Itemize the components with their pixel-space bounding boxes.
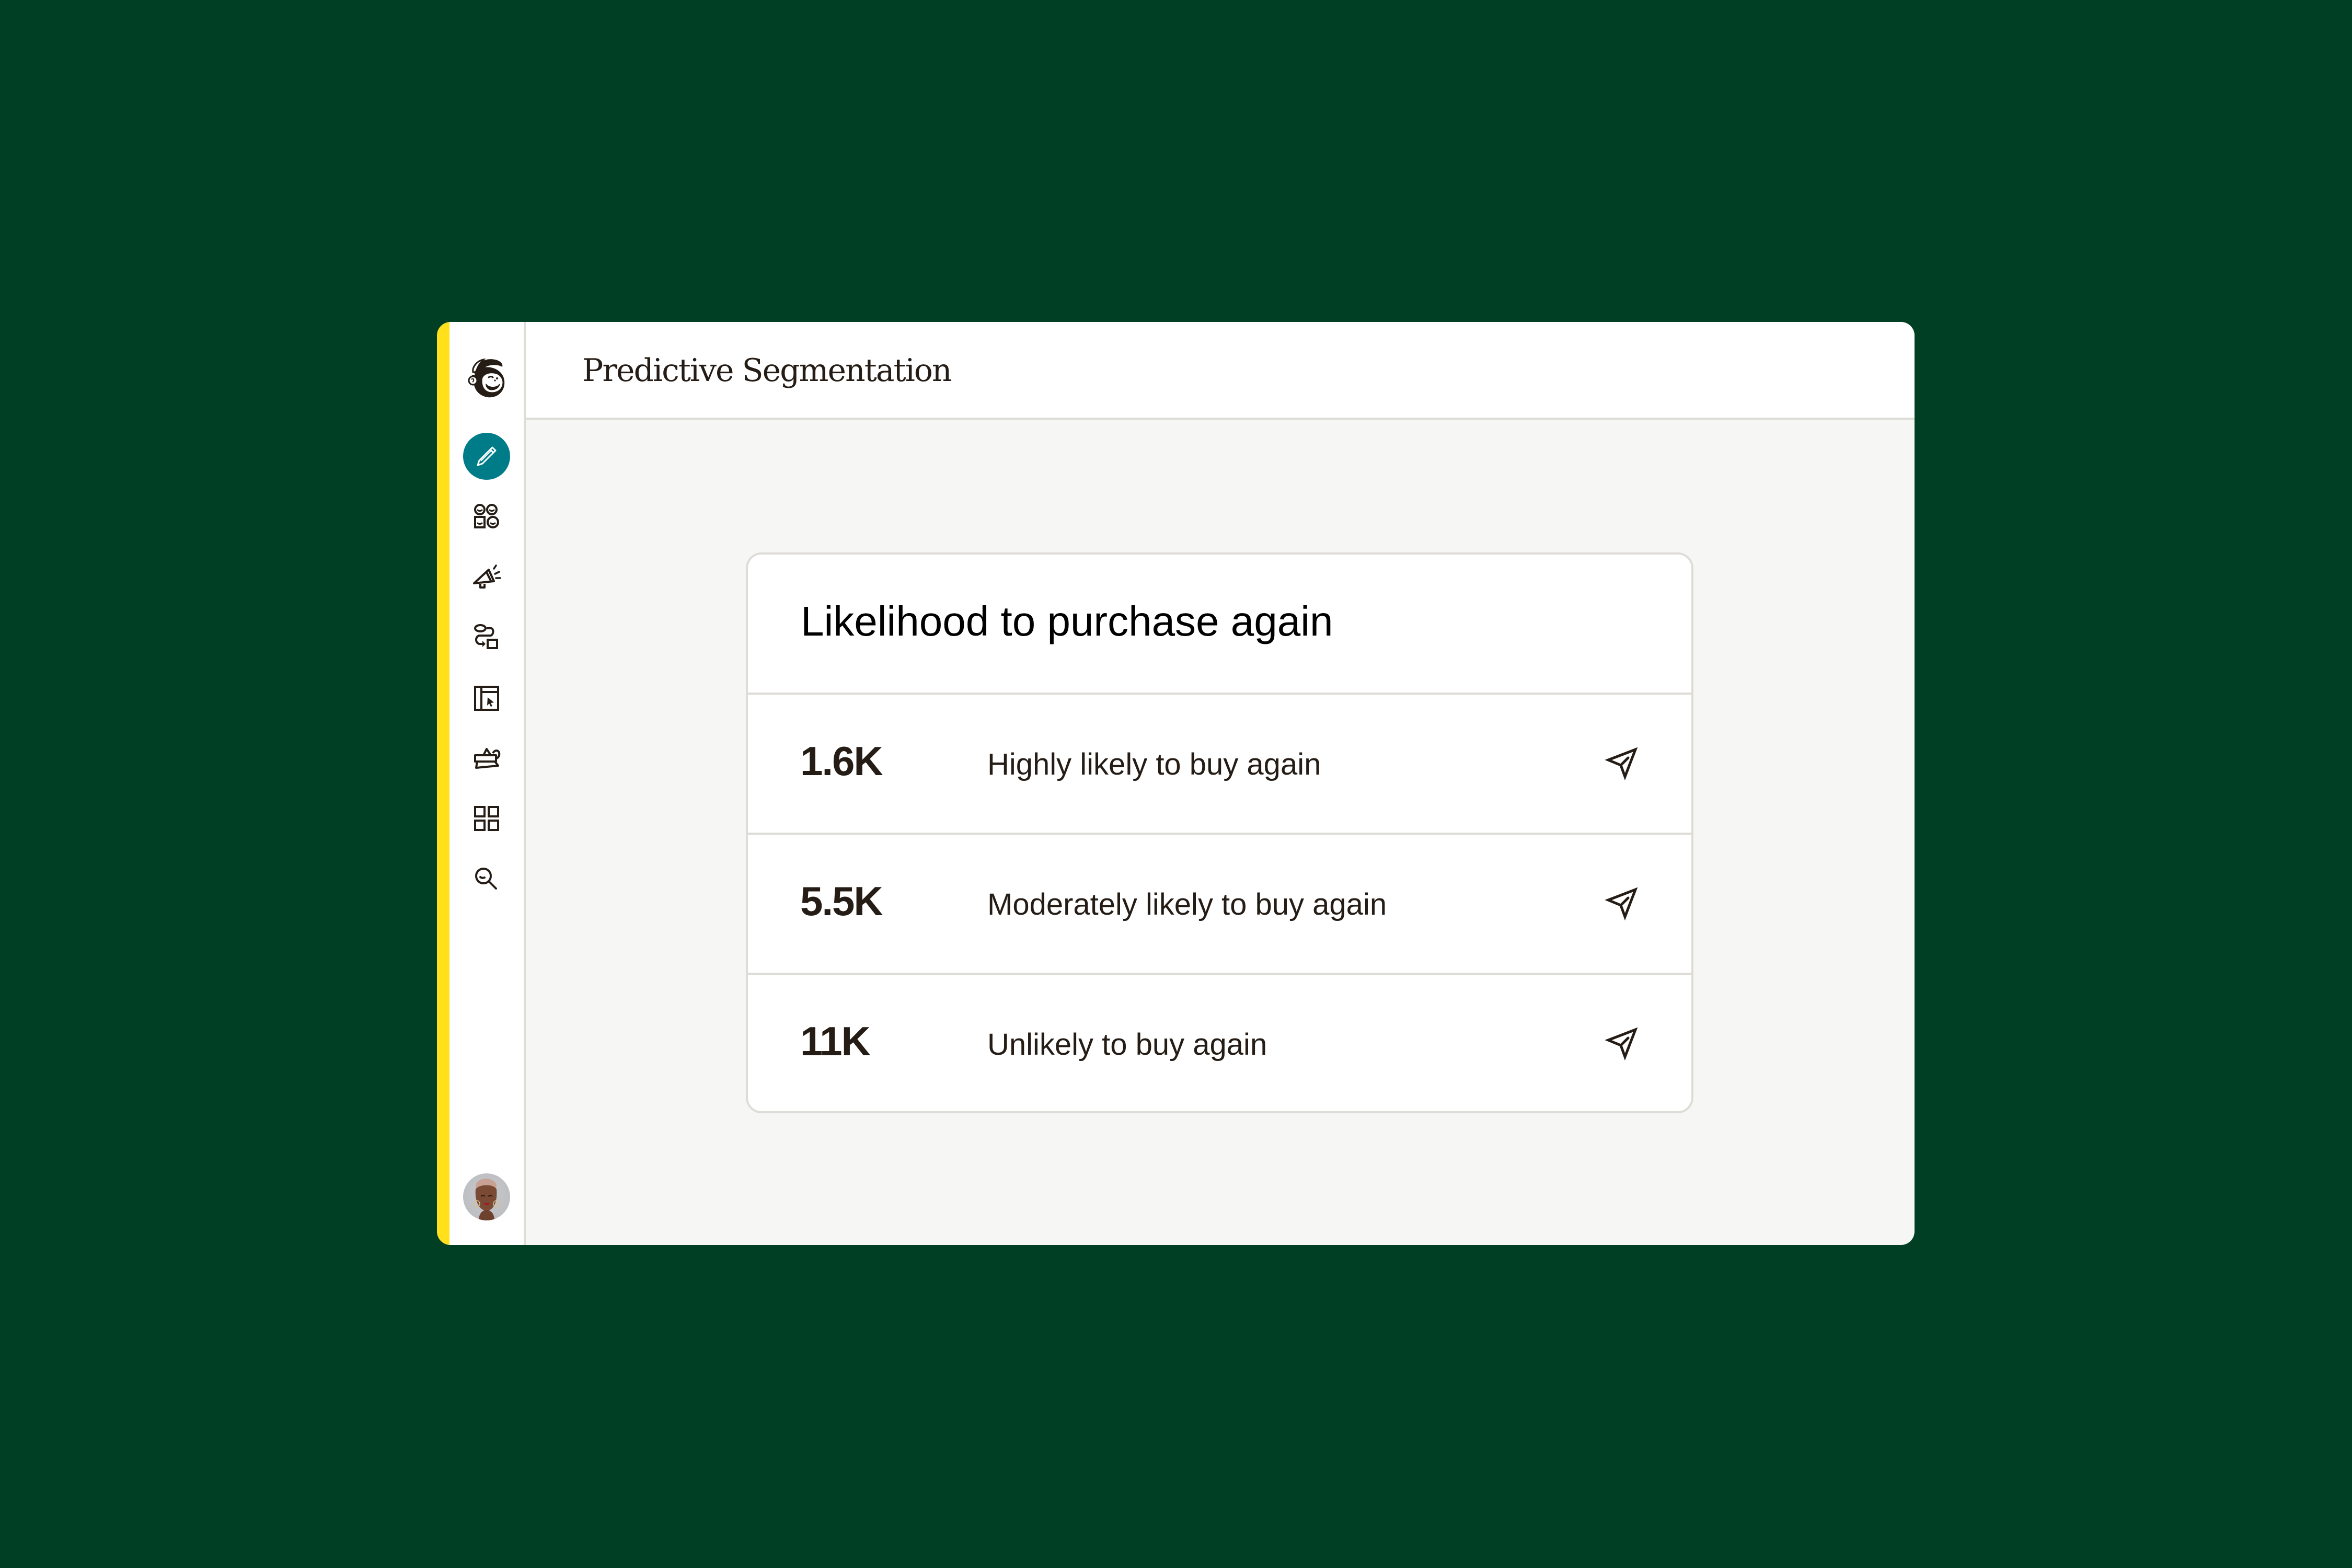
mailchimp-logo-icon[interactable] bbox=[463, 353, 511, 401]
send-campaign-button[interactable] bbox=[1604, 745, 1641, 782]
segment-count: 1.6K bbox=[800, 738, 883, 784]
segment-count: 5.5K bbox=[800, 878, 883, 924]
accent-strip bbox=[437, 322, 449, 1245]
segment-row-unlikely[interactable]: 11K Unlikely to buy again bbox=[748, 975, 1691, 1111]
shapes-icon bbox=[474, 748, 501, 769]
send-icon bbox=[1605, 747, 1638, 781]
pencil-icon bbox=[477, 446, 497, 466]
sidebar-item-website[interactable] bbox=[471, 683, 502, 714]
website-cursor-icon bbox=[474, 686, 499, 711]
sidebar-item-audience[interactable] bbox=[471, 501, 502, 533]
grid-icon bbox=[474, 806, 499, 831]
sidebar-item-content[interactable] bbox=[471, 743, 502, 774]
likelihood-card: Likelihood to purchase again 1.6K Highly… bbox=[746, 552, 1693, 1113]
segment-label: Moderately likely to buy again bbox=[987, 887, 1387, 921]
send-icon bbox=[1605, 887, 1638, 921]
segment-count: 11K bbox=[800, 1018, 871, 1064]
app-window: Predictive Segmentation Likelihood to pu… bbox=[437, 322, 1915, 1245]
segment-row-moderately-likely[interactable]: 5.5K Moderately likely to buy again bbox=[748, 835, 1691, 975]
segment-label: Unlikely to buy again bbox=[987, 1028, 1267, 1062]
sidebar-item-create[interactable] bbox=[463, 433, 510, 480]
sidebar-item-campaigns[interactable] bbox=[471, 561, 502, 593]
avatar-icon bbox=[473, 1179, 500, 1220]
segment-label: Highly likely to buy again bbox=[987, 747, 1321, 781]
audience-icon bbox=[474, 504, 499, 528]
journey-icon bbox=[474, 624, 498, 649]
page-title: Predictive Segmentation bbox=[582, 352, 952, 389]
sidebar-item-search[interactable] bbox=[471, 863, 502, 895]
send-campaign-button[interactable] bbox=[1604, 885, 1641, 923]
page-header: Predictive Segmentation bbox=[526, 322, 1915, 420]
sidebar-item-integrations[interactable] bbox=[471, 803, 502, 834]
sidebar-item-automations[interactable] bbox=[471, 622, 502, 653]
user-avatar[interactable] bbox=[463, 1173, 510, 1220]
card-header: Likelihood to purchase again bbox=[748, 555, 1691, 695]
megaphone-icon bbox=[473, 564, 501, 589]
send-campaign-button[interactable] bbox=[1604, 1025, 1641, 1063]
sidebar bbox=[449, 322, 526, 1245]
card-title: Likelihood to purchase again bbox=[801, 598, 1333, 644]
segment-row-highly-likely[interactable]: 1.6K Highly likely to buy again bbox=[748, 695, 1691, 835]
send-icon bbox=[1605, 1027, 1638, 1061]
search-icon bbox=[475, 868, 497, 890]
